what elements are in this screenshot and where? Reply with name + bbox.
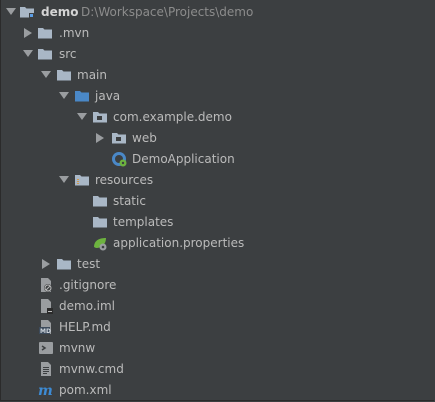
project-tree: demo D:\Workspace\Projects\demo .mvn src… <box>0 0 434 401</box>
tree-node-mvnw[interactable]: mvnw <box>1 338 434 359</box>
node-label: templates <box>113 215 174 229</box>
folder-icon <box>37 46 53 62</box>
resources-root-folder-icon <box>74 172 90 188</box>
node-label: demo.iml <box>59 299 115 313</box>
tree-node-demo[interactable]: demo D:\Workspace\Projects\demo <box>1 2 434 23</box>
expanded-arrow-icon[interactable] <box>76 107 88 128</box>
shell-script-icon <box>38 340 54 356</box>
folder-icon <box>56 256 72 272</box>
expanded-arrow-icon[interactable] <box>22 44 34 65</box>
tree-node-demo-application[interactable]: DemoApplication <box>1 149 434 170</box>
svg-text:m: m <box>38 383 53 398</box>
maven-pom-icon: m <box>38 382 54 398</box>
spring-properties-icon <box>92 235 108 251</box>
spring-boot-class-icon <box>111 151 127 167</box>
tree-node-demo-iml[interactable]: demo.iml <box>1 296 434 317</box>
node-label: pom.xml <box>59 383 112 397</box>
node-label: main <box>77 68 107 82</box>
node-label: .mvn <box>59 26 90 40</box>
tree-node-main[interactable]: main <box>1 65 434 86</box>
expanded-arrow-icon[interactable] <box>58 170 70 191</box>
node-label: com.example.demo <box>113 110 232 124</box>
package-icon <box>92 109 108 125</box>
folder-icon <box>56 67 72 83</box>
collapsed-arrow-icon[interactable] <box>94 128 106 149</box>
tree-node-mvn[interactable]: .mvn <box>1 23 434 44</box>
node-label: test <box>77 257 101 271</box>
package-icon <box>111 130 127 146</box>
node-label: DemoApplication <box>132 152 235 166</box>
tree-node-test[interactable]: test <box>1 254 434 275</box>
tree-node-com-example-demo[interactable]: com.example.demo <box>1 107 434 128</box>
folder-icon <box>37 25 53 41</box>
module-folder-icon <box>19 4 35 20</box>
tree-node-resources[interactable]: resources <box>1 170 434 191</box>
node-label: mvnw <box>59 341 96 355</box>
tree-node-gitignore[interactable]: .gitignore <box>1 275 434 296</box>
tree-node-pom-xml[interactable]: m pom.xml <box>1 380 434 401</box>
node-label: java <box>95 89 121 103</box>
tree-node-web[interactable]: web <box>1 128 434 149</box>
node-label: resources <box>95 173 154 187</box>
tree-node-help-md[interactable]: MD HELP.md <box>1 317 434 338</box>
markdown-file-icon: MD <box>38 319 54 335</box>
text-file-icon <box>38 361 54 377</box>
node-label: .gitignore <box>59 278 117 292</box>
folder-icon <box>92 193 108 209</box>
node-label: HELP.md <box>59 320 111 334</box>
expanded-arrow-icon[interactable] <box>58 86 70 107</box>
collapsed-arrow-icon[interactable] <box>40 254 52 275</box>
tree-node-src[interactable]: src <box>1 44 434 65</box>
expanded-arrow-icon[interactable] <box>40 65 52 86</box>
project-path: D:\Workspace\Projects\demo <box>81 5 254 19</box>
expanded-arrow-icon[interactable] <box>5 2 17 23</box>
node-label: src <box>59 47 77 61</box>
tree-node-java[interactable]: java <box>1 86 434 107</box>
node-label: static <box>113 194 146 208</box>
node-label: mvnw.cmd <box>59 362 124 376</box>
collapsed-arrow-icon[interactable] <box>22 23 34 44</box>
node-label: web <box>132 131 157 145</box>
gitignore-file-icon <box>38 277 54 293</box>
project-name: demo <box>41 5 79 19</box>
tree-node-static[interactable]: static <box>1 191 434 212</box>
source-root-folder-icon <box>74 88 90 104</box>
svg-text:MD: MD <box>40 328 51 335</box>
folder-icon <box>92 214 108 230</box>
tree-node-templates[interactable]: templates <box>1 212 434 233</box>
node-label: application.properties <box>113 236 245 250</box>
tree-node-application-properties[interactable]: application.properties <box>1 233 434 254</box>
tree-node-mvnw-cmd[interactable]: mvnw.cmd <box>1 359 434 380</box>
iml-file-icon <box>38 298 54 314</box>
